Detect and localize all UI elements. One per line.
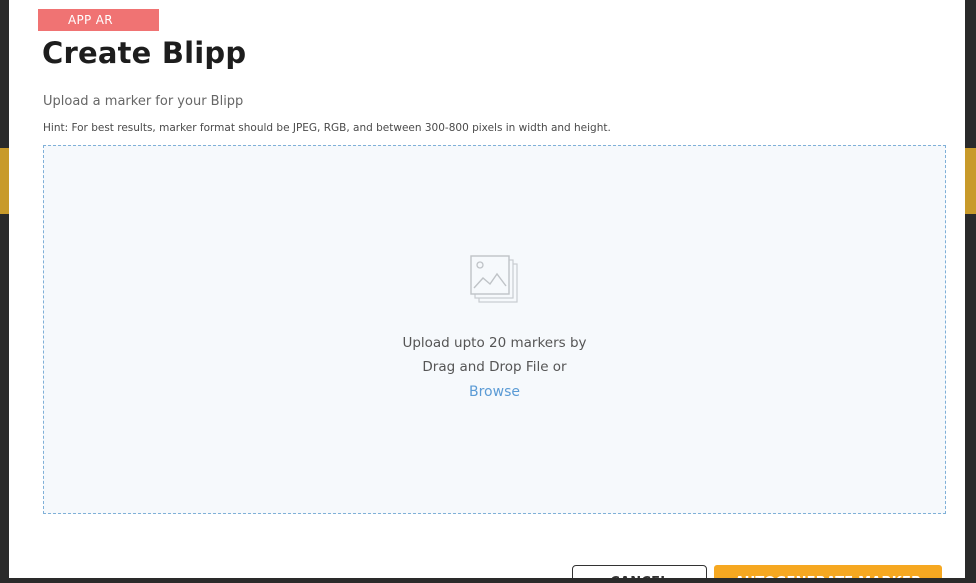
autogenerate-marker-button[interactable]: AUTOGENERATE MARKER — [714, 565, 942, 578]
cancel-button[interactable]: CANCEL — [572, 565, 707, 578]
modal-footer: CANCEL AUTOGENERATE MARKER — [9, 0, 965, 578]
create-blipp-modal: APP AR Create Blipp Upload a marker for … — [9, 0, 965, 578]
